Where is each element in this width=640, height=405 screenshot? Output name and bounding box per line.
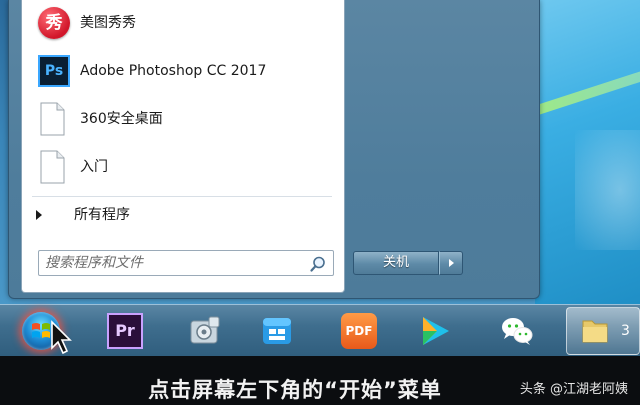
taskbar: Pr PDF 3: [0, 304, 640, 357]
program-item-photoshop[interactable]: Ps Adobe Photoshop CC 2017: [22, 48, 344, 94]
taskbar-item-premiere[interactable]: Pr: [98, 308, 152, 354]
taskbar-item-pdf[interactable]: PDF: [332, 308, 386, 354]
all-programs-label: 所有程序: [74, 207, 130, 223]
photoshop-icon: Ps: [38, 55, 70, 87]
wallpaper-streak: [526, 68, 640, 118]
shutdown-label: 关机: [382, 255, 409, 270]
program-item-getting-started[interactable]: 入门: [22, 144, 344, 190]
shutdown-button[interactable]: 关机: [353, 251, 439, 275]
program-label: 360安全桌面: [80, 111, 163, 127]
program-label: Adobe Photoshop CC 2017: [80, 63, 267, 79]
wechat-icon: [502, 318, 533, 345]
start-menu: 秀 美图秀秀 Ps Adobe Photoshop CC 2017 360安全桌…: [8, 0, 540, 299]
taskbar-item-media[interactable]: [178, 308, 232, 354]
taskbar-item-wechat[interactable]: [490, 308, 544, 354]
triangle-right-icon: [449, 259, 454, 267]
triangle-right-icon: [36, 210, 42, 220]
search-icon[interactable]: [309, 255, 327, 273]
program-label: 入门: [80, 159, 108, 175]
pdf-icon: PDF: [341, 313, 377, 349]
program-item-meitu[interactable]: 秀 美图秀秀: [22, 0, 344, 46]
wallpaper-glow: [575, 130, 640, 250]
program-label: 美图秀秀: [80, 15, 136, 31]
mouse-cursor-icon: [51, 320, 72, 355]
search-input[interactable]: [43, 253, 307, 273]
program-item-360-desktop[interactable]: 360安全桌面: [22, 96, 344, 142]
taskbar-item-folder[interactable]: 3: [566, 307, 640, 355]
document-icon: [36, 150, 68, 184]
document-icon: [36, 102, 68, 136]
taskbar-item-video-player[interactable]: [408, 308, 462, 354]
shutdown-options-button[interactable]: [439, 251, 463, 275]
play-icon: [423, 317, 449, 345]
wallpaper-area: [526, 0, 640, 304]
media-icon: [190, 316, 220, 344]
windows-flag-icon: [32, 323, 50, 338]
all-programs-item[interactable]: 所有程序: [22, 200, 344, 230]
folder-icon: [582, 320, 608, 343]
meitu-icon: 秀: [38, 7, 70, 39]
taskbar-item-explorer[interactable]: [250, 308, 304, 354]
premiere-icon: Pr: [107, 313, 143, 349]
search-box[interactable]: [38, 250, 334, 276]
caption-band: 点击屏幕左下角的“开始”菜单 头条 @江湖老阿姨: [0, 356, 640, 405]
start-menu-program-list: 秀 美图秀秀 Ps Adobe Photoshop CC 2017 360安全桌…: [21, 0, 345, 293]
watermark: 头条 @江湖老阿姨: [519, 382, 628, 397]
explorer-icon: [263, 318, 291, 344]
window-count: 3: [621, 323, 630, 339]
desktop: 秀 美图秀秀 Ps Adobe Photoshop CC 2017 360安全桌…: [0, 0, 640, 304]
menu-divider: [32, 196, 332, 197]
